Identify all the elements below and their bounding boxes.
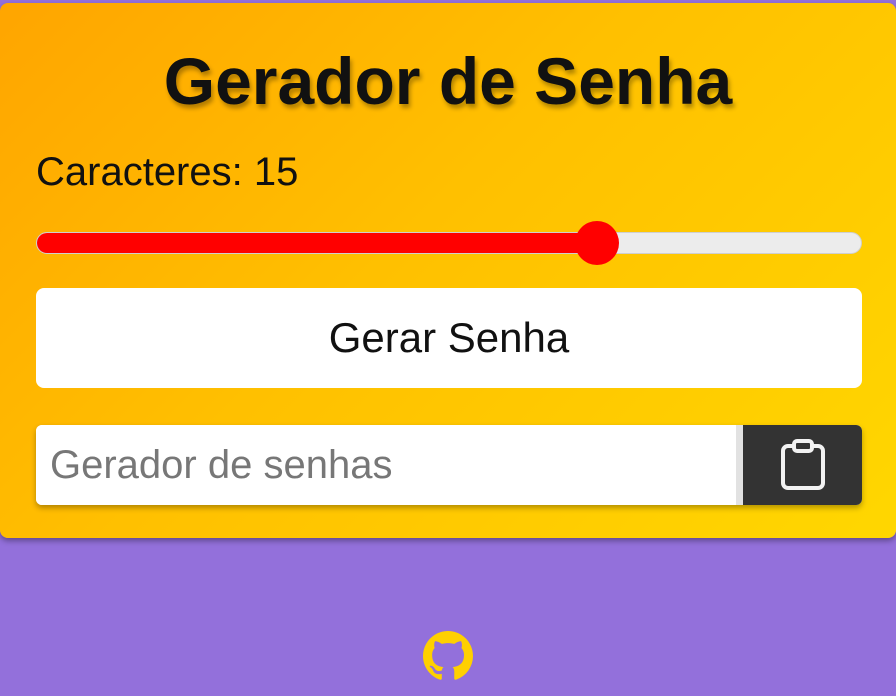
password-output-row [36,425,862,505]
generator-card: Gerador de Senha Caracteres: 15 Gerar Se… [0,3,896,538]
password-output-field[interactable] [36,425,736,505]
github-link[interactable] [423,631,473,681]
clipboard-icon [781,439,825,490]
output-divider [736,425,743,505]
length-slider[interactable] [36,221,862,265]
page-title: Gerador de Senha [163,44,733,118]
github-icon [423,631,473,680]
length-value: 15 [253,150,299,194]
length-slider-fill [37,233,598,253]
length-label: Caracteres: 15 [36,148,298,196]
length-slider-thumb[interactable] [575,221,620,265]
length-label-text: Caracteres: [36,150,243,194]
copy-button[interactable] [743,425,862,505]
generate-password-button[interactable]: Gerar Senha [36,288,862,388]
